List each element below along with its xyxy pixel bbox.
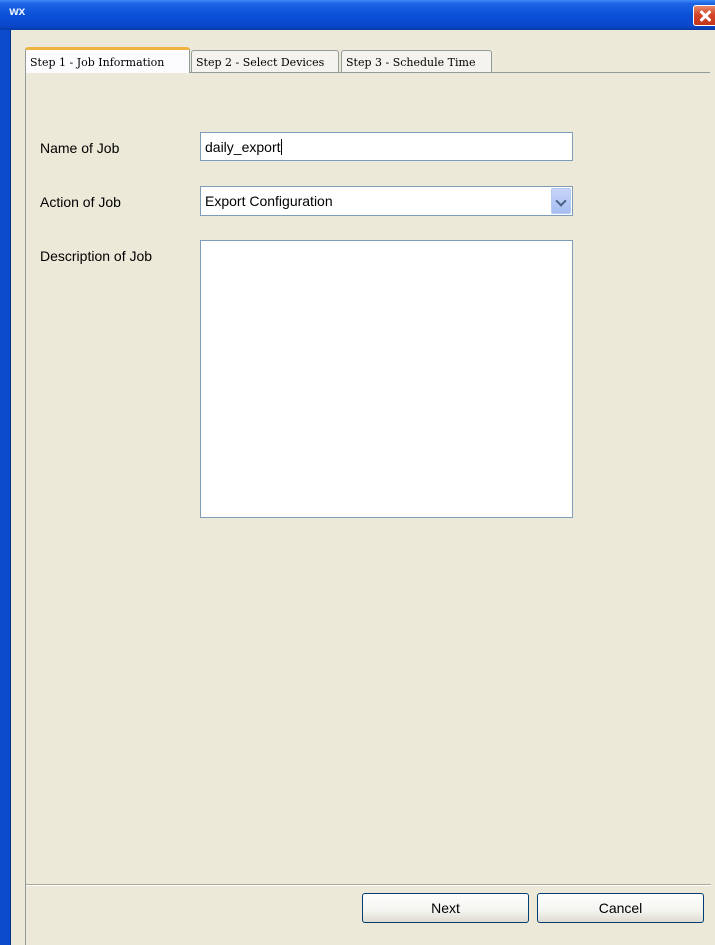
cancel-button[interactable]: Cancel xyxy=(537,893,704,923)
text-caret xyxy=(280,139,282,155)
action-of-job-label: Action of Job xyxy=(40,194,121,210)
app-icon: WX xyxy=(9,8,25,18)
job-name-value: daily_export xyxy=(205,139,281,155)
description-of-job-label: Description of Job xyxy=(40,248,153,264)
footer-divider-highlight xyxy=(26,885,711,886)
name-of-job-label: Name of Job xyxy=(40,140,120,156)
title-bar: WX xyxy=(0,0,715,30)
job-information-panel: Name of Job daily_export Action of Job E… xyxy=(25,72,711,945)
job-action-value: Export Configuration xyxy=(205,193,333,209)
tab-select-devices[interactable]: Step 2 - Select Devices xyxy=(191,50,339,73)
tab-schedule-time[interactable]: Step 3 - Schedule Time xyxy=(341,50,492,73)
tab-job-information[interactable]: Step 1 - Job Information xyxy=(25,47,190,73)
job-description-textarea[interactable] xyxy=(200,240,573,518)
window-border xyxy=(0,30,11,945)
job-action-select[interactable]: Export Configuration xyxy=(200,186,573,216)
job-name-input[interactable]: daily_export xyxy=(200,132,573,161)
close-button[interactable] xyxy=(693,5,715,26)
chevron-down-icon[interactable] xyxy=(551,188,571,214)
next-button[interactable]: Next xyxy=(362,893,529,923)
